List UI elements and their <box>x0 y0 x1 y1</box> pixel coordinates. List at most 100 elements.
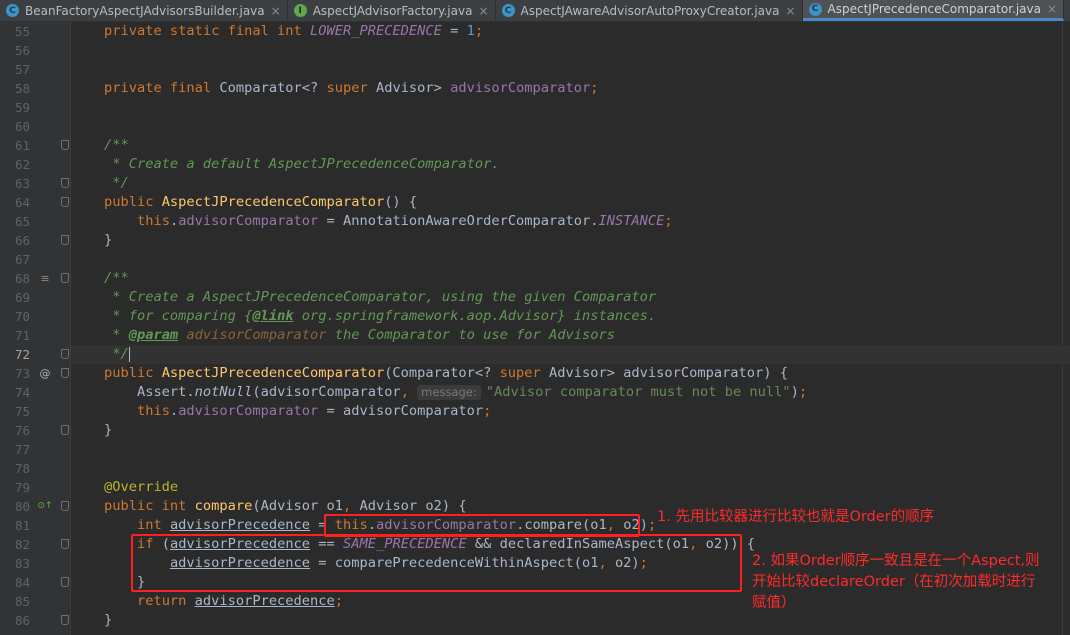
code-token: (Comparator<? <box>384 365 500 381</box>
fold-marker-icon[interactable] <box>61 140 69 150</box>
tab-1[interactable]: C BeanFactoryAspectJAdvisorsBuilder.java × <box>0 0 288 21</box>
line-number: 74 <box>14 385 30 400</box>
code-line[interactable]: 65 this.advisorComparator = AnnotationAw… <box>0 212 1070 231</box>
line-number: 83 <box>14 556 30 571</box>
code-text: * for comparing {@link org.springframewo… <box>104 307 656 326</box>
code-text: */ <box>104 174 129 193</box>
line-number: 65 <box>14 214 30 229</box>
line-number: 59 <box>14 100 30 115</box>
code-token: , <box>400 384 418 400</box>
code-token: compare <box>194 498 253 514</box>
fold-marker-icon[interactable] <box>61 178 69 188</box>
code-line[interactable]: 61 /** <box>0 136 1070 155</box>
code-token: "Advisor comparator must not be null" <box>485 384 791 400</box>
tab-2[interactable]: I AspectJAdvisorFactory.java × <box>288 0 496 21</box>
annotation-note-2-line-1: 2. 如果Order顺序一致且是在一个Aspect,则 <box>752 553 1040 569</box>
tab-4[interactable]: C AspectJPrecedenceComparator.java × <box>802 0 1065 21</box>
code-line[interactable]: 68 ≡ /** <box>0 269 1070 288</box>
line-number: 85 <box>14 594 30 609</box>
code-line[interactable]: 57 <box>0 60 1070 79</box>
fold-marker-icon[interactable] <box>61 197 69 207</box>
code-text: * Create a AspectJPrecedenceComparator, … <box>104 288 656 307</box>
fold-marker-icon[interactable] <box>61 577 69 587</box>
parameter-hint: message: <box>417 385 481 400</box>
line-number: 57 <box>14 62 30 77</box>
code-line[interactable]: 58 private final Comparator<? super Advis… <box>0 79 1070 98</box>
fold-marker-icon[interactable] <box>61 539 69 549</box>
code-line[interactable]: 62 * Create a default AspectJPrecedenceC… <box>0 155 1070 174</box>
close-icon[interactable]: × <box>478 4 488 18</box>
code-line[interactable]: 60 <box>0 117 1070 136</box>
code-text: Assert.notNull(advisorComparator, messag… <box>104 383 807 402</box>
fold-marker-icon[interactable] <box>61 501 69 511</box>
close-icon[interactable]: × <box>785 4 795 18</box>
code-token: public int <box>104 498 195 514</box>
code-line[interactable]: 63 */ <box>0 174 1070 193</box>
code-line[interactable]: 78 <box>0 459 1070 478</box>
tab-5[interactable]: C <box>1064 0 1070 21</box>
code-text: /** <box>104 269 129 288</box>
line-number: 82 <box>14 537 30 552</box>
code-line[interactable]: 69 * Create a AspectJPrecedenceComparato… <box>0 288 1070 307</box>
code-text: return advisorPrecedence; <box>104 592 343 611</box>
tab-3[interactable]: C AspectJAwareAdvisorAutoProxyCreator.jav… <box>496 0 803 21</box>
code-line[interactable]: 56 <box>0 41 1070 60</box>
code-line[interactable]: 59 <box>0 98 1070 117</box>
code-text: @Override <box>104 478 178 497</box>
code-line[interactable]: 74 Assert.notNull(advisorComparator, mes… <box>0 383 1070 402</box>
code-token: the Comparator to use for Advisors <box>326 327 615 343</box>
annotation-gutter-icon[interactable]: @ <box>34 364 56 383</box>
code-token: private final <box>104 80 220 96</box>
code-token: LOWER_PRECEDENCE <box>310 23 442 39</box>
fold-marker-icon[interactable] <box>61 368 69 378</box>
line-number: 75 <box>14 404 30 419</box>
code-line[interactable]: 64 public AspectJPrecedenceComparator() { <box>0 193 1070 212</box>
code-line[interactable]: 55 private static final int LOWER_PRECEDE… <box>0 22 1070 41</box>
close-icon[interactable]: × <box>1047 2 1057 16</box>
code-text: private final Comparator<? super Advisor… <box>104 79 598 98</box>
code-line[interactable]: 79 @Override <box>0 478 1070 497</box>
doc-gutter-icon[interactable]: ≡ <box>34 269 56 288</box>
code-text: private static final int LOWER_PRECEDENC… <box>104 22 483 41</box>
line-number: 64 <box>14 195 30 210</box>
override-gutter-icon[interactable]: ⊙↑ <box>34 497 56 516</box>
code-line[interactable]: 71 * @param advisorComparator the Compar… <box>0 326 1070 345</box>
code-token: @Override <box>104 479 179 495</box>
annotation-note-2-line-2: 开始比较declareOrder（在初次加载时进行 <box>752 574 1036 590</box>
line-number: 72 <box>14 347 30 362</box>
code-token: , <box>343 498 360 514</box>
code-line[interactable]: 76} <box>0 421 1070 440</box>
code-token: Advisor> advisorComparator) { <box>549 365 788 381</box>
code-token: public <box>104 194 162 210</box>
code-text: * Create a default AspectJPrecedenceComp… <box>104 155 499 174</box>
code-line[interactable]: 77 <box>0 440 1070 459</box>
code-line[interactable]: 67 <box>0 250 1070 269</box>
code-line[interactable]: 66} <box>0 231 1070 250</box>
fold-marker-icon[interactable] <box>61 235 69 245</box>
code-token: */ <box>104 346 129 362</box>
fold-marker-icon[interactable] <box>61 615 69 625</box>
line-number: 56 <box>14 43 30 58</box>
close-icon[interactable]: × <box>271 4 281 18</box>
code-line[interactable]: 72 */ <box>0 345 1070 364</box>
code-text: } <box>104 421 112 440</box>
code-line[interactable]: 75 this.advisorComparator = advisorCompa… <box>0 402 1070 421</box>
code-token: advisorPrecedence <box>169 517 311 533</box>
line-number: 76 <box>14 423 30 438</box>
code-text: } <box>104 611 112 630</box>
fold-marker-icon[interactable] <box>61 425 69 435</box>
code-line[interactable]: 70 * for comparing {@link org.springfram… <box>0 307 1070 326</box>
code-token: INSTANCE <box>598 213 665 229</box>
code-token: = advisorComparator <box>318 403 484 419</box>
line-number: 66 <box>14 233 30 248</box>
line-number: 60 <box>14 119 30 134</box>
code-line[interactable]: 73 @ public AspectJPrecedenceComparator(Co… <box>0 364 1070 383</box>
code-token: ; <box>664 213 673 229</box>
code-token: return <box>136 593 195 609</box>
fold-marker-icon[interactable] <box>61 273 69 283</box>
editor-tab-bar: C BeanFactoryAspectJAdvisorsBuilder.java ×… <box>0 0 1070 22</box>
code-token: = <box>441 23 467 39</box>
line-number: 58 <box>14 81 30 96</box>
fold-marker-icon[interactable] <box>61 349 69 359</box>
